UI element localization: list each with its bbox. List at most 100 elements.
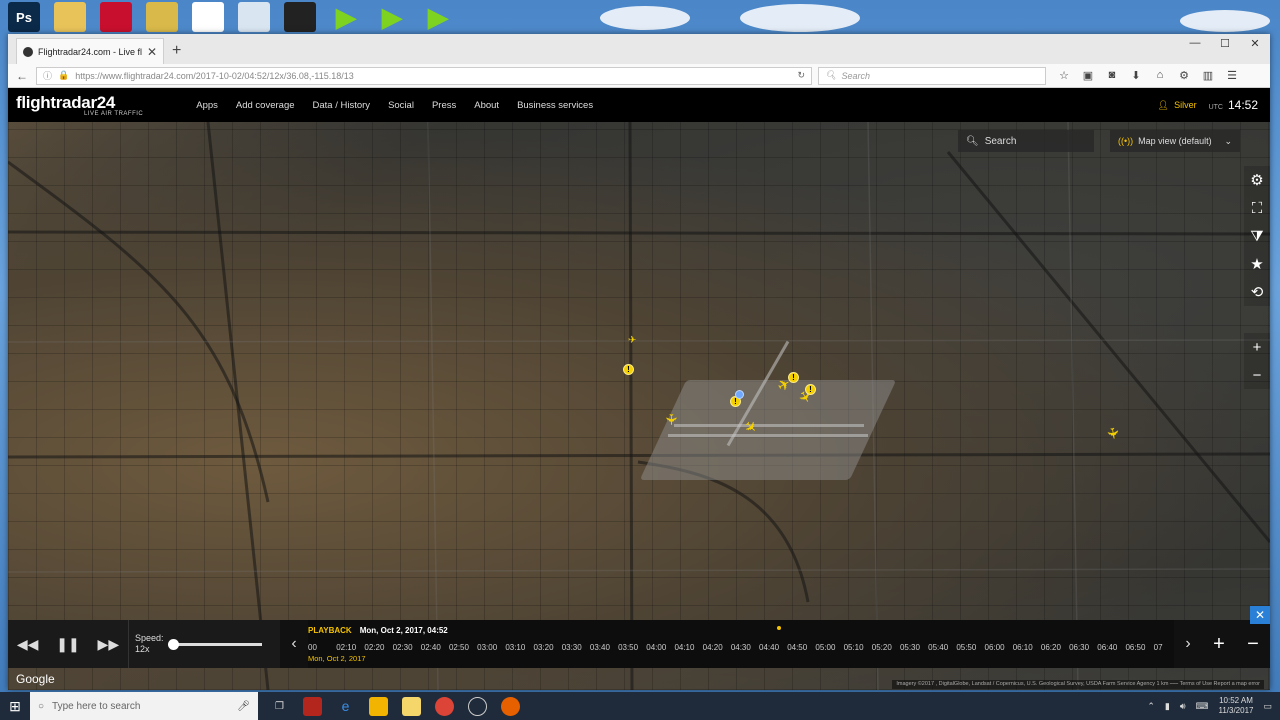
timeline-marker[interactable] xyxy=(777,626,781,630)
timeline-next-icon[interactable]: › xyxy=(1174,620,1202,668)
windows-start-icon[interactable]: ⊞ xyxy=(0,698,30,715)
film-icon[interactable] xyxy=(284,2,316,32)
menu-apps[interactable]: Apps xyxy=(187,100,227,111)
file-search-icon[interactable] xyxy=(238,2,270,32)
volume-icon[interactable]: 🔊︎ xyxy=(1180,701,1186,712)
timeline-zoom-in-icon[interactable]: + xyxy=(1213,633,1225,656)
info-icon[interactable]: ⓘ xyxy=(43,69,52,82)
map-search-button[interactable]: 🔍︎ Search xyxy=(958,130,1094,152)
acrobat-icon[interactable] xyxy=(100,2,132,32)
tray-time: 10:52 AM xyxy=(1219,695,1253,705)
menu-business-services[interactable]: Business services xyxy=(508,100,602,111)
close-window-button[interactable]: ✕ xyxy=(1240,34,1270,52)
clipboard-icon[interactable]: ▣ xyxy=(1080,69,1096,82)
speed-value: 12x xyxy=(135,644,150,654)
tray-chevron-icon[interactable]: ⌃ xyxy=(1147,701,1155,712)
timeline-header: PLAYBACK Mon, Oct 2, 2017, 04:52 xyxy=(308,626,1174,635)
download-icon[interactable]: ⬇ xyxy=(1128,69,1144,82)
zoom-out-icon[interactable]: − xyxy=(1244,361,1270,389)
menu-press[interactable]: Press xyxy=(423,100,465,111)
hamburger-menu-icon[interactable]: ☰ xyxy=(1224,69,1240,82)
map-view-label: Map view (default) xyxy=(1138,136,1212,146)
utc-time: 14:52 xyxy=(1227,98,1258,112)
network-icon[interactable]: ▮ xyxy=(1165,701,1170,712)
timeline[interactable]: PLAYBACK Mon, Oct 2, 2017, 04:52 00 02:10… xyxy=(308,620,1174,668)
browser-search-box[interactable]: 🔍︎ Search xyxy=(818,66,1046,85)
timeline-zoom-out-icon[interactable]: − xyxy=(1247,633,1259,656)
flight-map[interactable]: 🔍︎ Search ((•)) Map view (default) ⌄ ⚙ ⛶… xyxy=(8,122,1270,690)
browser-tab[interactable]: Flightradar24.com - Live flig ✕ xyxy=(16,38,164,64)
play-icon[interactable]: ▶ xyxy=(330,2,362,32)
pocket-icon[interactable]: ◙ xyxy=(1104,69,1120,82)
task-view-icon[interactable]: ❐ xyxy=(270,697,289,716)
menu-data-history[interactable]: Data / History xyxy=(304,100,380,111)
logo-subtitle: LIVE AIR TRAFFIC xyxy=(84,111,144,117)
close-playback-icon[interactable]: ✕ xyxy=(1250,606,1270,624)
fullscreen-icon[interactable]: ⛶ xyxy=(1244,194,1270,222)
taskbar-search[interactable]: ○ Type here to search 🎤︎ xyxy=(30,692,258,720)
tray-clock[interactable]: 10:52 AM 11/3/2017 xyxy=(1218,696,1253,717)
map-view-dropdown[interactable]: ((•)) Map view (default) ⌄ xyxy=(1110,130,1240,152)
favicon-icon xyxy=(23,46,33,57)
disc-icon[interactable] xyxy=(146,2,178,32)
app-icon[interactable] xyxy=(303,696,322,716)
timeline-ticks: 00 02:10 02:20 02:30 02:40 02:50 03:00 03:10 03:… xyxy=(308,643,1174,652)
menu-about[interactable]: About xyxy=(465,100,508,111)
speed-slider-knob[interactable] xyxy=(167,638,179,650)
flight-marker-icon[interactable]: ! xyxy=(623,364,634,375)
home-icon[interactable]: ⌂ xyxy=(1152,69,1168,82)
url-bar[interactable]: ⓘ 🔒 https://www.flightradar24.com/2017-1… xyxy=(36,66,812,85)
edge-icon[interactable]: e xyxy=(336,697,355,716)
menu-add-coverage[interactable]: Add coverage xyxy=(227,100,304,111)
url-text: https://www.flightradar24.com/2017-10-02… xyxy=(75,71,791,81)
rewind-icon[interactable]: ◀◀ xyxy=(17,636,39,653)
play-icon-2[interactable]: ▶ xyxy=(376,2,408,32)
sidebar-icon[interactable]: ▥ xyxy=(1200,69,1216,82)
store-icon[interactable] xyxy=(369,696,388,716)
app-icon[interactable] xyxy=(468,696,487,716)
back-arrow-icon[interactable]: ← xyxy=(14,69,30,83)
file-explorer-icon[interactable] xyxy=(402,696,421,716)
logo[interactable]: flightradar24 LIVE AIR TRAFFIC xyxy=(16,93,143,117)
close-tab-icon[interactable]: ✕ xyxy=(147,45,157,59)
timeline-prev-icon[interactable]: ‹ xyxy=(280,620,308,668)
microphone-icon[interactable]: 🎤︎ xyxy=(237,701,250,712)
timeline-tick: 03:40 xyxy=(589,643,610,652)
reload-icon[interactable]: ↻ xyxy=(797,70,805,81)
extension-icon[interactable]: ⚙ xyxy=(1176,69,1192,82)
zoom-in-icon[interactable]: + xyxy=(1244,333,1270,361)
road xyxy=(946,151,1270,543)
aircraft-icon[interactable]: ✈ xyxy=(662,413,679,426)
aircraft-icon[interactable]: ✈ xyxy=(1103,426,1122,441)
selected-marker-icon[interactable] xyxy=(735,390,744,399)
pause-icon[interactable]: ❚❚ xyxy=(56,636,79,653)
playback-history-icon[interactable]: ⟲ xyxy=(1244,278,1270,306)
flight-marker-icon[interactable]: ! xyxy=(805,384,816,395)
notification-icon[interactable]: ▭ xyxy=(1263,701,1272,712)
map-attribution[interactable]: Imagery ©2017 , DigitalGlobe, Landsat / … xyxy=(892,680,1264,689)
timeline-tick: 04:10 xyxy=(674,643,695,652)
aircraft-icon[interactable]: ✈ xyxy=(628,336,636,346)
documents-icon[interactable] xyxy=(54,2,86,32)
speed-slider[interactable] xyxy=(167,638,262,650)
firefox-icon[interactable] xyxy=(501,696,520,716)
settings-gear-icon[interactable]: ⚙ xyxy=(1244,166,1270,194)
dropbox-icon[interactable] xyxy=(192,2,224,32)
search-placeholder: Search xyxy=(841,70,870,81)
minimize-button[interactable]: — xyxy=(1180,34,1210,52)
favorites-star-icon[interactable]: ★ xyxy=(1244,250,1270,278)
new-tab-icon[interactable]: + xyxy=(172,42,181,60)
flight-marker-icon[interactable]: ! xyxy=(788,372,799,383)
fast-forward-icon[interactable]: ▶▶ xyxy=(98,636,120,653)
maximize-button[interactable]: ☐ xyxy=(1210,34,1240,52)
user-account[interactable]: 👤︎ Silver xyxy=(1158,100,1197,111)
menu-social[interactable]: Social xyxy=(379,100,423,111)
timeline-tick: 02:50 xyxy=(448,643,469,652)
cloud xyxy=(740,4,860,32)
filter-icon[interactable]: ⧩ xyxy=(1244,222,1270,250)
photoshop-icon[interactable]: Ps xyxy=(8,2,40,32)
chrome-icon[interactable] xyxy=(435,696,454,716)
keyboard-icon[interactable]: ⌨ xyxy=(1195,701,1208,712)
bookmark-star-icon[interactable]: ☆ xyxy=(1056,69,1072,82)
play-icon-3[interactable]: ▶ xyxy=(422,2,454,32)
